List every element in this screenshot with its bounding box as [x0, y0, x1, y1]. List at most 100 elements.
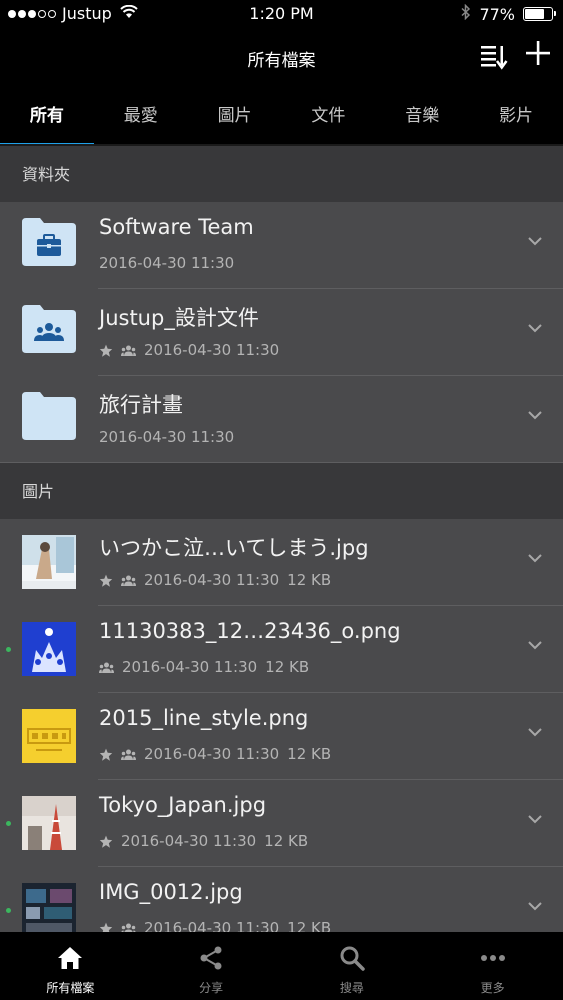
tab-music[interactable]: 音樂	[375, 88, 469, 146]
shared-icon	[121, 749, 136, 760]
file-meta: 2016-04-30 11:30 12 KB	[99, 832, 308, 850]
folder-icon	[22, 218, 76, 272]
shared-icon	[121, 923, 136, 932]
file-date: 2016-04-30 11:30	[121, 832, 257, 850]
image-thumbnail	[22, 709, 76, 763]
file-name: いつかこ泣…いてしまう.jpg	[99, 536, 369, 560]
new-indicator	[6, 647, 11, 652]
tab-videos[interactable]: 影片	[469, 88, 563, 146]
sort-icon	[481, 46, 508, 70]
image-row[interactable]: 11130383_12…23436_o.png 2016-04-30 11:30…	[0, 606, 563, 693]
chevron-down-icon[interactable]	[527, 323, 543, 333]
bottom-tab-share[interactable]: 分享	[141, 932, 282, 1000]
chevron-down-icon[interactable]	[527, 236, 543, 246]
file-size: 12 KB	[287, 919, 332, 932]
file-name: Tokyo_Japan.jpg	[99, 793, 267, 817]
file-date: 2016-04-30 11:30	[144, 745, 280, 763]
bottom-tab-label: 分享	[199, 981, 224, 995]
section-header-images: 圖片	[0, 463, 563, 519]
image-thumbnail	[22, 535, 76, 589]
image-row[interactable]: 2015_line_style.png 2016-04-30 11:30 12 …	[0, 693, 563, 780]
bottom-tab-label: 所有檔案	[46, 981, 95, 995]
image-thumbnail	[22, 622, 76, 676]
bottom-tab-all-files[interactable]: 所有檔案	[0, 932, 141, 1000]
file-list: 資料夾 Software Team 2016-04-30 11:30 Justu…	[0, 146, 563, 932]
search-icon	[340, 946, 365, 971]
plus-icon	[526, 41, 550, 65]
sort-button[interactable]	[480, 44, 508, 74]
folder-date: 2016-04-30 11:30	[144, 341, 280, 359]
folder-icon	[22, 305, 76, 359]
folder-row[interactable]: 旅行計畫 2016-04-30 11:30	[0, 376, 563, 463]
shared-icon	[121, 575, 136, 586]
star-icon	[99, 922, 113, 932]
chevron-down-icon[interactable]	[527, 553, 543, 563]
add-button[interactable]	[525, 40, 551, 70]
share-icon	[200, 946, 222, 970]
more-icon	[480, 955, 505, 961]
shared-icon	[121, 345, 136, 356]
nav-bar: 所有檔案	[0, 28, 563, 88]
file-size: 12 KB	[264, 832, 309, 850]
file-date: 2016-04-30 11:30	[144, 571, 280, 589]
folder-meta: 2016-04-30 11:30	[99, 254, 234, 272]
section-header-folders: 資料夾	[0, 146, 563, 202]
star-icon	[99, 835, 113, 848]
tab-images[interactable]: 圖片	[188, 88, 282, 146]
chevron-down-icon[interactable]	[527, 814, 543, 824]
tab-favorites[interactable]: 最愛	[94, 88, 188, 146]
file-name: 2015_line_style.png	[99, 706, 309, 730]
new-indicator	[6, 908, 11, 913]
file-size: 12 KB	[287, 745, 332, 763]
bluetooth-icon	[461, 3, 471, 24]
folder-icon	[22, 392, 76, 446]
bottom-tab-label: 搜尋	[339, 981, 364, 995]
star-icon	[99, 574, 113, 587]
folder-date: 2016-04-30 11:30	[99, 428, 235, 446]
folder-meta: 2016-04-30 11:30	[99, 428, 234, 446]
bottom-tab-bar: 所有檔案 分享 搜尋 更多	[0, 932, 563, 1000]
status-right: 77%	[461, 3, 556, 24]
image-row[interactable]: Tokyo_Japan.jpg 2016-04-30 11:30 12 KB	[0, 780, 563, 867]
chevron-down-icon[interactable]	[527, 901, 543, 911]
folder-row[interactable]: Justup_設計文件 2016-04-30 11:30	[0, 289, 563, 376]
page-title: 所有檔案	[247, 51, 316, 71]
file-meta: 2016-04-30 11:30 12 KB	[99, 571, 331, 589]
chevron-down-icon[interactable]	[527, 410, 543, 420]
tab-all[interactable]: 所有	[0, 88, 94, 146]
file-name: IMG_0012.jpg	[99, 880, 243, 904]
file-meta: 2016-04-30 11:30 12 KB	[99, 745, 331, 763]
folder-date: 2016-04-30 11:30	[99, 254, 235, 272]
status-bar: Justup 1:20 PM 77%	[0, 0, 563, 28]
image-row[interactable]: いつかこ泣…いてしまう.jpg 2016-04-30 11:30 12 KB	[0, 519, 563, 606]
chevron-down-icon[interactable]	[527, 640, 543, 650]
new-indicator	[6, 821, 11, 826]
file-meta: 2016-04-30 11:30 12 KB	[99, 919, 331, 932]
star-icon	[99, 344, 113, 357]
folder-row[interactable]: Software Team 2016-04-30 11:30	[0, 202, 563, 289]
image-thumbnail	[22, 796, 76, 850]
file-size: 12 KB	[265, 658, 310, 676]
image-row[interactable]: IMG_0012.jpg 2016-04-30 11:30 12 KB	[0, 867, 563, 932]
bottom-tab-label: 更多	[480, 981, 505, 995]
folder-name: Software Team	[99, 215, 254, 239]
chevron-down-icon[interactable]	[527, 727, 543, 737]
battery-percent: 77%	[479, 4, 515, 24]
file-size: 12 KB	[287, 571, 332, 589]
file-meta: 2016-04-30 11:30 12 KB	[99, 658, 309, 676]
file-date: 2016-04-30 11:30	[122, 658, 258, 676]
home-icon	[58, 947, 83, 969]
bottom-tab-more[interactable]: 更多	[422, 932, 563, 1000]
folder-name: 旅行計畫	[99, 393, 183, 417]
image-thumbnail	[22, 883, 76, 932]
filter-tabs: 所有 最愛 圖片 文件 音樂 影片	[0, 88, 563, 146]
star-icon	[99, 748, 113, 761]
tab-documents[interactable]: 文件	[281, 88, 375, 146]
bottom-tab-search[interactable]: 搜尋	[282, 932, 423, 1000]
folder-meta: 2016-04-30 11:30	[99, 341, 279, 359]
shared-icon	[99, 662, 114, 673]
file-name: 11130383_12…23436_o.png	[99, 619, 401, 643]
battery-icon	[523, 7, 556, 21]
file-date: 2016-04-30 11:30	[144, 919, 280, 932]
folder-name: Justup_設計文件	[99, 306, 259, 330]
